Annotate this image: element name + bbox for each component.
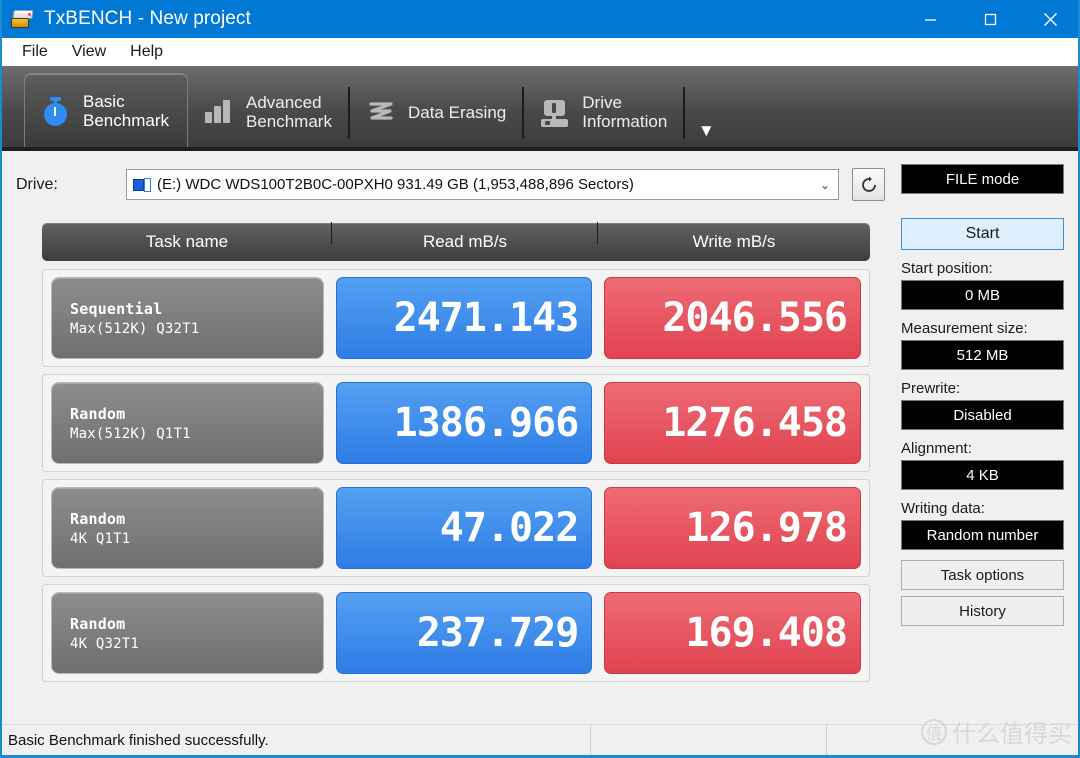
title-bar: TxBENCH - New project <box>2 0 1078 38</box>
write-value: 126.978 <box>604 487 861 569</box>
tab-data-erasing[interactable]: Data Erasing <box>350 77 525 147</box>
result-rows: Sequential Max(512K) Q32T1 2471.143 2046… <box>42 269 870 682</box>
status-cell-2 <box>590 724 826 755</box>
tab-label-data-erasing: Data Erasing <box>407 102 507 122</box>
maximize-button[interactable] <box>960 0 1020 38</box>
write-value: 169.408 <box>604 592 861 674</box>
read-value: 2471.143 <box>335 277 593 359</box>
start-position-block: Start position: 0 MB <box>901 260 1064 310</box>
task-cell[interactable]: Sequential Max(512K) Q32T1 <box>51 277 324 359</box>
window-title: TxBENCH - New project <box>44 8 251 29</box>
task-title: Sequential <box>70 299 163 318</box>
measurement-size-label: Measurement size: <box>901 320 1028 337</box>
tab-label-advanced-benchmark: Advanced Benchmark <box>245 93 332 131</box>
task-options-button[interactable]: Task options <box>901 560 1064 590</box>
stopwatch-icon <box>39 94 73 128</box>
tab-label-basic-benchmark: Basic Benchmark <box>83 91 169 130</box>
bar-chart-icon <box>202 95 236 129</box>
task-subtitle: Max(512K) Q32T1 <box>70 320 200 337</box>
task-subtitle: 4K Q32T1 <box>70 635 140 652</box>
chevron-down-icon: ⌄ <box>819 177 830 192</box>
menu-bar: File View Help <box>2 38 1078 66</box>
tab-basic-benchmark[interactable]: Basic Benchmark <box>24 73 188 147</box>
task-subtitle: 4K Q1T1 <box>70 530 131 547</box>
drive-label: Drive: <box>16 175 58 193</box>
task-title: Random <box>70 614 126 633</box>
menu-item-view[interactable]: View <box>60 40 118 64</box>
writing-data-value[interactable]: Random number <box>901 520 1064 550</box>
refresh-icon <box>861 176 876 192</box>
tab-advanced-benchmark[interactable]: Advanced Benchmark <box>188 77 350 147</box>
drive-glyph-icon <box>133 177 151 192</box>
tab-drive-information[interactable]: Drive Information <box>524 77 686 147</box>
drive-info-icon <box>538 95 572 129</box>
write-value: 1276.458 <box>604 382 861 464</box>
task-cell[interactable]: Random 4K Q1T1 <box>51 487 324 569</box>
task-subtitle: Max(512K) Q1T1 <box>70 425 191 442</box>
table-row: Random Max(512K) Q1T1 1386.966 1276.458 <box>42 374 870 472</box>
alignment-value[interactable]: 4 KB <box>901 460 1064 490</box>
start-button[interactable]: Start <box>901 218 1064 250</box>
writing-data-block: Writing data: Random number <box>901 500 1064 550</box>
txbench-window: TxBENCH - New project File View Help Bas… <box>0 0 1080 758</box>
drive-select[interactable]: (E:) WDC WDS100T2B0C-00PXH0 931.49 GB (1… <box>126 169 839 200</box>
read-value: 1386.966 <box>335 382 593 464</box>
prewrite-block: Prewrite: Disabled <box>901 380 1064 430</box>
task-title: Random <box>70 404 126 423</box>
tab-label-drive-information: Drive Information <box>582 93 668 131</box>
status-cell-3 <box>826 724 1078 755</box>
tab-strip: Basic Benchmark Advanced Benchmark Data … <box>2 66 1078 151</box>
status-message: Basic Benchmark finished successfully. <box>8 731 269 749</box>
refresh-button[interactable] <box>852 168 885 201</box>
measurement-size-value[interactable]: 512 MB <box>901 340 1064 370</box>
table-row: Random 4K Q32T1 237.729 169.408 <box>42 584 870 682</box>
column-header-write: Write mB/s <box>597 222 870 252</box>
eraser-zigzag-icon <box>364 95 398 129</box>
tab-overflow-chevron-down-icon[interactable]: ▼ <box>693 121 719 141</box>
menu-item-help[interactable]: Help <box>118 40 175 64</box>
alignment-label: Alignment: <box>901 440 972 457</box>
table-row: Sequential Max(512K) Q32T1 2471.143 2046… <box>42 269 870 367</box>
start-position-label: Start position: <box>901 260 993 277</box>
alignment-block: Alignment: 4 KB <box>901 440 1064 490</box>
menu-item-file[interactable]: File <box>10 40 60 64</box>
minimize-button[interactable] <box>900 0 960 38</box>
task-cell[interactable]: Random 4K Q32T1 <box>51 592 324 674</box>
main-content: Drive: (E:) WDC WDS100T2B0C-00PXH0 931.4… <box>2 151 1078 722</box>
read-value: 47.022 <box>335 487 593 569</box>
prewrite-label: Prewrite: <box>901 380 961 397</box>
history-button[interactable]: History <box>901 596 1064 626</box>
window-controls <box>900 0 1078 38</box>
app-drive-icon <box>10 8 36 30</box>
table-header: Task name Read mB/s Write mB/s <box>42 222 870 261</box>
status-bar: Basic Benchmark finished successfully. <box>2 724 1078 755</box>
column-header-task-name: Task name <box>145 232 229 251</box>
table-row: Random 4K Q1T1 47.022 126.978 <box>42 479 870 577</box>
column-header-read: Read mB/s <box>331 222 598 252</box>
measurement-size-block: Measurement size: 512 MB <box>901 320 1064 370</box>
close-button[interactable] <box>1020 0 1078 38</box>
drive-selected-value: (E:) WDC WDS100T2B0C-00PXH0 931.49 GB (1… <box>157 176 634 193</box>
write-value: 2046.556 <box>604 277 861 359</box>
read-value: 237.729 <box>335 592 593 674</box>
prewrite-value[interactable]: Disabled <box>901 400 1064 430</box>
options-sidebar: FILE mode Start Start position: 0 MB Mea… <box>893 151 1078 626</box>
writing-data-label: Writing data: <box>901 500 985 517</box>
task-cell[interactable]: Random Max(512K) Q1T1 <box>51 382 324 464</box>
start-position-value[interactable]: 0 MB <box>901 280 1064 310</box>
task-title: Random <box>70 509 126 528</box>
results-panel: Task name Read mB/s Write mB/s Sequentia… <box>42 222 870 689</box>
file-mode-display[interactable]: FILE mode <box>901 164 1064 194</box>
